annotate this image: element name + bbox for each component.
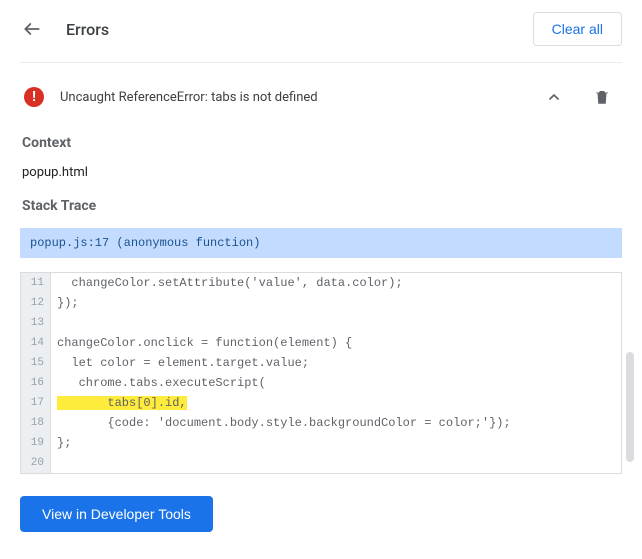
- back-arrow-icon[interactable]: [20, 17, 44, 41]
- scrollbar-thumb[interactable]: [626, 352, 634, 462]
- header-bar: Errors Clear all: [0, 0, 642, 62]
- clear-all-button[interactable]: Clear all: [533, 12, 622, 46]
- delete-trash-icon[interactable]: [590, 85, 614, 109]
- content-area: ! Uncaught ReferenceError: tabs is not d…: [0, 63, 642, 556]
- line-number: 11: [21, 273, 51, 293]
- code-line: 12});: [21, 293, 621, 313]
- code-line: 20: [21, 453, 621, 473]
- context-heading: Context: [22, 135, 620, 151]
- code-line: 15 let color = element.target.value;: [21, 353, 621, 373]
- code-text: let color = element.target.value;: [51, 353, 309, 373]
- line-number: 18: [21, 413, 51, 433]
- context-value: popup.html: [22, 165, 620, 180]
- code-text: {code: 'document.body.style.backgroundCo…: [51, 413, 511, 433]
- collapse-chevron-up-icon[interactable]: [542, 85, 566, 109]
- code-line: 13: [21, 313, 621, 333]
- line-number: 17: [21, 393, 51, 413]
- code-text: tabs[0].id,: [51, 393, 187, 413]
- view-devtools-button[interactable]: View in Developer Tools: [20, 496, 213, 532]
- code-text: };: [51, 433, 71, 453]
- line-number: 20: [21, 453, 51, 473]
- code-block: 11 changeColor.setAttribute('value', dat…: [20, 272, 622, 474]
- line-number: 15: [21, 353, 51, 373]
- code-text: changeColor.setAttribute('value', data.c…: [51, 273, 403, 293]
- code-container: 11 changeColor.setAttribute('value', dat…: [20, 272, 622, 474]
- stack-frame[interactable]: popup.js:17 (anonymous function): [20, 228, 622, 258]
- line-number: 12: [21, 293, 51, 313]
- error-message: Uncaught ReferenceError: tabs is not def…: [60, 90, 318, 105]
- code-line: 14changeColor.onclick = function(element…: [21, 333, 621, 353]
- code-line: 17 tabs[0].id,: [21, 393, 621, 413]
- page-title: Errors: [66, 20, 109, 39]
- code-line: 16 chrome.tabs.executeScript(: [21, 373, 621, 393]
- code-text: [51, 453, 57, 473]
- line-number: 14: [21, 333, 51, 353]
- code-text: changeColor.onclick = function(element) …: [51, 333, 352, 353]
- line-number: 19: [21, 433, 51, 453]
- code-line: 18 {code: 'document.body.style.backgroun…: [21, 413, 621, 433]
- line-number: 16: [21, 373, 51, 393]
- error-icon: !: [24, 87, 44, 107]
- code-text: [51, 313, 57, 333]
- code-line: 19};: [21, 433, 621, 453]
- line-number: 13: [21, 313, 51, 333]
- code-text: chrome.tabs.executeScript(: [51, 373, 266, 393]
- error-header-row: ! Uncaught ReferenceError: tabs is not d…: [20, 63, 622, 125]
- stack-trace-heading: Stack Trace: [22, 198, 620, 214]
- code-text: });: [51, 293, 79, 313]
- code-line: 11 changeColor.setAttribute('value', dat…: [21, 273, 621, 293]
